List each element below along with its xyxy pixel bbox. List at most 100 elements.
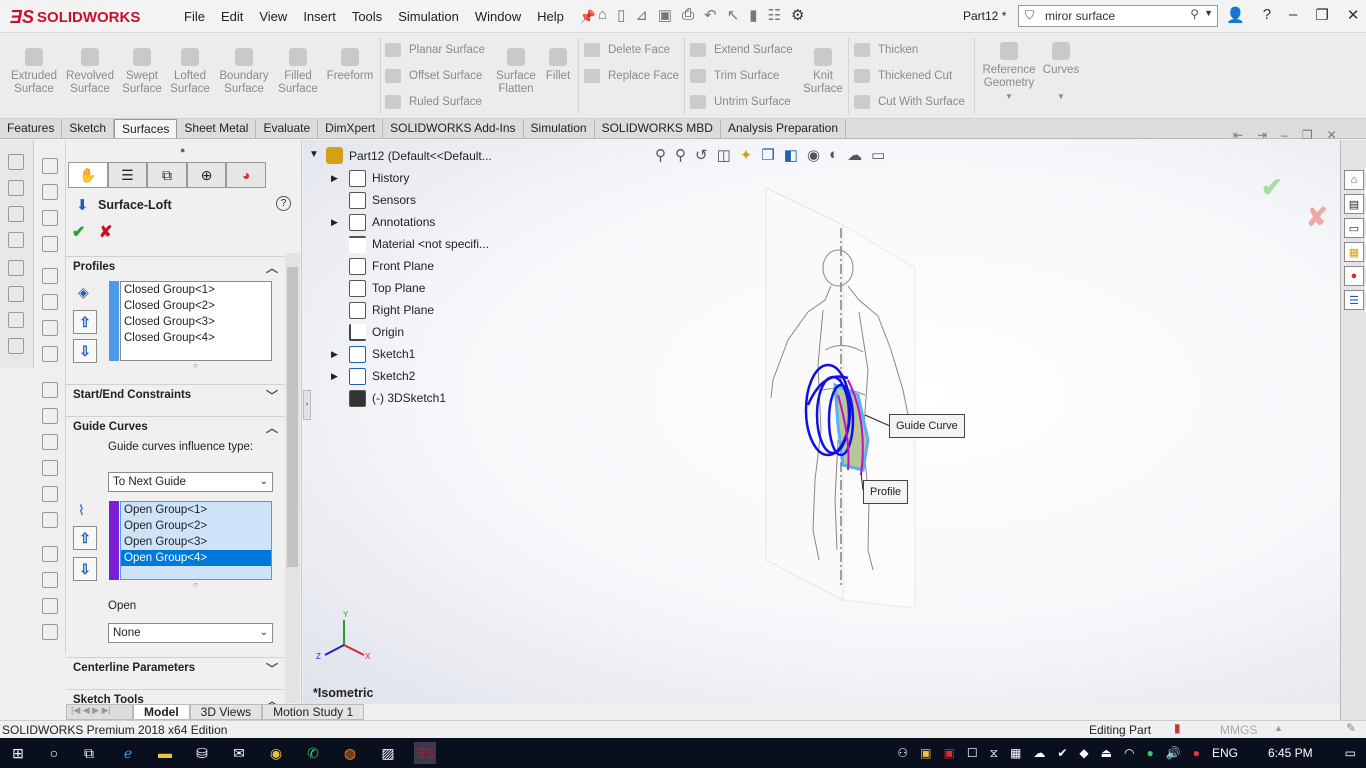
- tab-scroll-arrows[interactable]: |◀ ◀ ▶ ▶|: [66, 704, 133, 720]
- language-indicator[interactable]: ENG: [1212, 746, 1238, 760]
- help-icon[interactable]: ?: [276, 196, 291, 211]
- tree-item-right-plane[interactable]: Right Plane: [372, 303, 434, 317]
- tree-item-3dsketch1[interactable]: (-) 3DSketch1: [372, 391, 446, 405]
- tool-icon[interactable]: [42, 598, 58, 614]
- status-units[interactable]: MMGS: [1220, 723, 1257, 737]
- store-icon[interactable]: ⛁: [193, 744, 211, 762]
- file-explorer-icon[interactable]: ▭: [1344, 218, 1364, 238]
- chevron-down-icon[interactable]: ﹀: [266, 387, 278, 404]
- sketch-tool-icon[interactable]: [8, 232, 24, 248]
- splitter-handle[interactable]: ●: [180, 145, 185, 155]
- tab-solidworks-mbd[interactable]: SOLIDWORKS MBD: [594, 119, 721, 138]
- task-view-icon[interactable]: ⧉: [80, 744, 98, 762]
- expand-icon[interactable]: ▶: [331, 173, 338, 184]
- solidworks-resources-icon[interactable]: ⌂: [1344, 170, 1364, 190]
- solidworks-logo[interactable]: ƎS SOLIDWORKS: [10, 4, 140, 30]
- user-icon[interactable]: 👤: [1226, 6, 1245, 24]
- view-orientation-icon[interactable]: ❒: [761, 146, 774, 164]
- network-monitor-icon[interactable]: ▦: [1010, 746, 1021, 760]
- collapse-left-icon[interactable]: ⇤: [1233, 128, 1243, 142]
- edit-appearance-icon[interactable]: ◐: [829, 146, 838, 164]
- dimxpert-manager-tab-icon[interactable]: ⊕: [186, 162, 227, 188]
- tree-item-history[interactable]: History: [372, 171, 409, 185]
- list-item[interactable]: Closed Group<4>: [121, 330, 271, 346]
- tab-3d-views[interactable]: 3D Views: [189, 704, 263, 720]
- tool-icon[interactable]: [42, 434, 58, 450]
- start-end-constraints-header[interactable]: Start/End Constraints ﹀: [66, 384, 284, 408]
- menu-file[interactable]: File: [176, 9, 213, 24]
- ok-checkmark-icon[interactable]: ✔: [72, 222, 85, 242]
- knit-surface-button[interactable]: Knit Surface: [800, 48, 846, 96]
- display-style-icon[interactable]: ◧: [784, 146, 798, 164]
- tool-icon[interactable]: [42, 408, 58, 424]
- tab-analysis-preparation[interactable]: Analysis Preparation: [720, 119, 846, 138]
- tree-item-front-plane[interactable]: Front Plane: [372, 259, 434, 273]
- tool-icon[interactable]: [42, 486, 58, 502]
- tree-item-origin[interactable]: Origin: [372, 325, 404, 339]
- list-item[interactable]: Closed Group<3>: [121, 314, 271, 330]
- tool-icon[interactable]: [42, 382, 58, 398]
- tab-dimxpert[interactable]: DimXpert: [318, 119, 384, 138]
- tab-sketch[interactable]: Sketch: [62, 119, 115, 138]
- apply-scene-icon[interactable]: ☁: [847, 146, 862, 164]
- minimize-icon[interactable]: –: [1281, 128, 1288, 142]
- guide-curves-list[interactable]: Open Group<1> Open Group<2> Open Group<3…: [120, 501, 272, 580]
- thickened-cut-button[interactable]: Thickened Cut: [854, 69, 952, 83]
- sketch-tool-icon[interactable]: [8, 286, 24, 302]
- profiles-section-header[interactable]: Profiles ︿: [66, 256, 284, 280]
- home-icon[interactable]: ⌂: [598, 6, 607, 24]
- menu-view[interactable]: View: [251, 9, 295, 24]
- zoom-to-area-icon[interactable]: ⚲: [675, 146, 686, 164]
- cancel-x-icon[interactable]: ✘: [1306, 202, 1328, 233]
- tray-app-icon[interactable]: ▣: [943, 746, 954, 760]
- boundary-surface-button[interactable]: Boundary Surface: [216, 48, 272, 96]
- appearances-icon[interactable]: ●: [1344, 266, 1364, 286]
- tray-app-icon[interactable]: ●: [1146, 746, 1153, 760]
- tab-sheet-metal[interactable]: Sheet Metal: [177, 119, 257, 138]
- minimize-icon[interactable]: –: [1289, 6, 1297, 24]
- sketch-tool-icon[interactable]: [8, 260, 24, 276]
- ruled-surface-button[interactable]: Ruled Surface: [385, 95, 482, 109]
- search-input[interactable]: ⛉ miror surface ⚲ ▼: [1018, 5, 1218, 27]
- tool-icon[interactable]: [42, 624, 58, 640]
- tool-icon[interactable]: [42, 546, 58, 562]
- list-item[interactable]: Closed Group<1>: [121, 282, 271, 298]
- file-explorer-icon[interactable]: ▬: [156, 744, 174, 762]
- view-palette-icon[interactable]: ▦: [1344, 242, 1364, 262]
- new-document-icon[interactable]: ▯: [617, 6, 625, 24]
- list-item[interactable]: Open Group<1>: [121, 502, 271, 518]
- hide-show-items-icon[interactable]: ◉: [807, 146, 820, 164]
- centerline-parameters-header[interactable]: Centerline Parameters ﹀: [66, 657, 284, 681]
- options-gear-icon[interactable]: ⚙: [791, 6, 804, 24]
- design-library-icon[interactable]: ▤: [1344, 194, 1364, 214]
- select-icon[interactable]: ↖: [727, 6, 740, 24]
- chevron-down-icon[interactable]: ﹀: [266, 660, 278, 677]
- display-manager-tab-icon[interactable]: ◕: [226, 162, 266, 188]
- tree-item-material[interactable]: Material <not specifi...: [372, 237, 489, 251]
- people-icon[interactable]: ⚇: [897, 746, 908, 760]
- expand-icon[interactable]: ▶: [331, 371, 338, 382]
- chevron-up-icon[interactable]: ︿: [266, 259, 278, 276]
- resize-handle[interactable]: ○: [193, 361, 198, 370]
- tab-model[interactable]: Model: [133, 704, 190, 720]
- tree-item-sketch1[interactable]: Sketch1: [372, 347, 415, 361]
- confirm-checkmark-icon[interactable]: ✔: [1261, 172, 1283, 203]
- usb-icon[interactable]: ⏏: [1101, 746, 1112, 760]
- tray-app-icon[interactable]: ☐: [967, 746, 978, 760]
- guide-curve-callout[interactable]: Guide Curve: [889, 414, 965, 438]
- chevron-down-icon[interactable]: ▼: [1204, 8, 1213, 18]
- menu-window[interactable]: Window: [467, 9, 529, 24]
- chevron-up-icon[interactable]: ︿: [266, 419, 278, 436]
- chrome-icon[interactable]: ◉: [267, 744, 285, 762]
- revolved-surface-button[interactable]: Revolved Surface: [64, 48, 116, 96]
- wifi-icon[interactable]: ◠: [1124, 746, 1134, 760]
- expand-icon[interactable]: ▶: [331, 217, 338, 228]
- edge-browser-icon[interactable]: ℯ: [119, 744, 137, 762]
- file-properties-icon[interactable]: ☷: [768, 6, 781, 24]
- extend-surface-button[interactable]: Extend Surface: [690, 43, 793, 57]
- tab-surfaces[interactable]: Surfaces: [114, 119, 178, 138]
- property-manager-scrollbar[interactable]: [285, 253, 300, 703]
- help-icon[interactable]: ?: [1263, 6, 1271, 24]
- rebuild-icon[interactable]: ▮: [749, 6, 757, 24]
- close-icon[interactable]: ✕: [1327, 128, 1337, 142]
